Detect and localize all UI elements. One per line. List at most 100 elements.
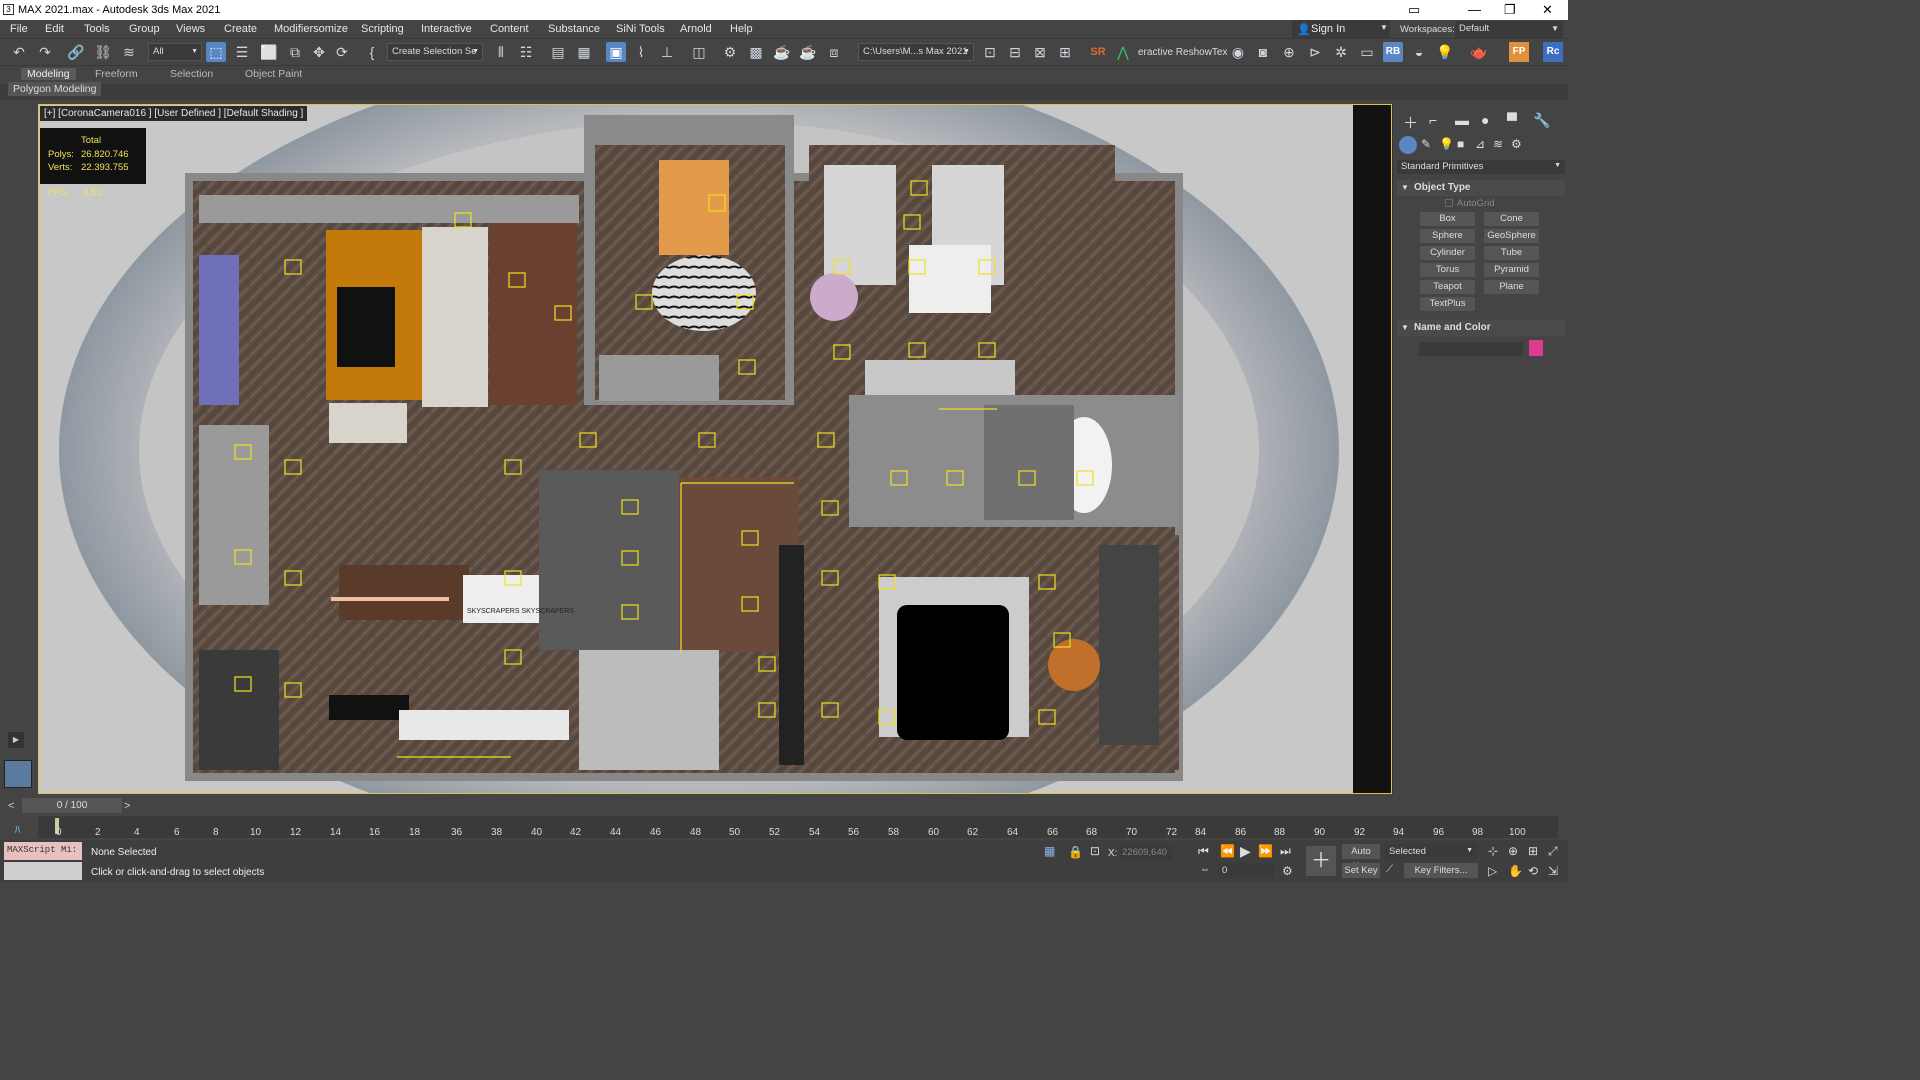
- current-frame-field[interactable]: 0: [1218, 863, 1274, 878]
- perspective-viewport[interactable]: SKYSCRAPERS SKYSCRAPERS: [38, 104, 1392, 794]
- absolute-mode-icon[interactable]: ⊡: [1090, 844, 1100, 858]
- helpers-icon[interactable]: ⊿: [1475, 137, 1485, 151]
- scene-converter-icon[interactable]: ✲: [1331, 42, 1351, 62]
- name-color-rollout-header[interactable]: ▼ Name and Color: [1397, 320, 1565, 336]
- select-object-icon[interactable]: ⬚: [206, 42, 226, 62]
- geometry-icon[interactable]: [1399, 136, 1417, 154]
- cone-button[interactable]: Cone: [1484, 212, 1539, 226]
- rb-button[interactable]: RB: [1383, 42, 1403, 62]
- cameras-icon[interactable]: ■: [1457, 137, 1464, 151]
- bind-spacewarp-icon[interactable]: ≋: [119, 42, 139, 62]
- tab-modeling[interactable]: Modeling: [21, 68, 76, 80]
- primitive-type-dropdown[interactable]: Standard Primitives ▼: [1397, 160, 1565, 174]
- menu-tools[interactable]: Tools: [84, 23, 110, 35]
- restore-window-icon[interactable]: ▭: [1408, 2, 1420, 18]
- selection-filter-dropdown[interactable]: All ▼: [148, 43, 202, 61]
- time-slider-next-icon[interactable]: >: [124, 800, 130, 812]
- previous-frame-icon[interactable]: ⏪: [1220, 844, 1235, 858]
- autogrid-checkbox[interactable]: [1445, 199, 1453, 207]
- rect-selection-icon[interactable]: ⬜: [259, 42, 279, 62]
- tube-button[interactable]: Tube: [1484, 246, 1539, 260]
- batch-render-icon[interactable]: ⊳: [1305, 42, 1325, 62]
- menu-substance[interactable]: Substance: [548, 23, 600, 35]
- tab-object-paint[interactable]: Object Paint: [245, 68, 302, 80]
- link-icon[interactable]: 🔗: [66, 42, 86, 62]
- viewport-layout-icon[interactable]: [4, 760, 32, 788]
- display-tab-icon[interactable]: ▀: [1507, 112, 1517, 128]
- orbit-icon[interactable]: ◒: [1409, 42, 1429, 62]
- teapot-button[interactable]: Teapot: [1420, 280, 1475, 294]
- close-button[interactable]: ✕: [1542, 2, 1553, 18]
- material-editor-icon[interactable]: ◫: [689, 42, 709, 62]
- zoom-extents-icon[interactable]: ⊹: [1488, 844, 1498, 858]
- select-move-icon[interactable]: ✥: [309, 42, 329, 62]
- auto-key-button[interactable]: Auto Key: [1342, 844, 1380, 872]
- time-slider-prev-icon[interactable]: <: [8, 800, 14, 812]
- rendered-frame-window-icon[interactable]: ▩: [746, 42, 766, 62]
- zoom-all-icon[interactable]: ⊞: [1528, 844, 1538, 858]
- maxscript-listener[interactable]: MAXScript Mi:: [4, 842, 82, 860]
- schematic-view-icon[interactable]: ⊥: [657, 42, 677, 62]
- toggle-ribbon-icon[interactable]: ▦: [574, 42, 594, 62]
- viewport-frame-icon[interactable]: ▭: [1357, 42, 1377, 62]
- object-type-rollout-header[interactable]: ▼ Object Type: [1397, 180, 1565, 196]
- reshow-texture-label[interactable]: eractive ReshowTex: [1138, 47, 1227, 58]
- safe-frame-icon[interactable]: ⊕: [1279, 42, 1299, 62]
- expand-arrow-icon[interactable]: ▶: [8, 732, 24, 748]
- shapes-icon[interactable]: ✎: [1421, 137, 1431, 151]
- go-to-start-icon[interactable]: ⏮: [1198, 844, 1209, 859]
- spacewarps-icon[interactable]: ≋: [1493, 137, 1503, 151]
- textplus-button[interactable]: TextPlus: [1420, 297, 1475, 311]
- project-folder-dropdown[interactable]: C:\Users\M...s Max 2021 ▼: [858, 43, 974, 61]
- curve-editor-icon[interactable]: ⌇: [631, 42, 651, 62]
- x-coordinate-field[interactable]: 22609,640: [1120, 845, 1172, 860]
- torus-button[interactable]: Torus: [1420, 263, 1475, 277]
- layer-explorer-icon[interactable]: ▤: [548, 42, 568, 62]
- render-production-icon[interactable]: ☕: [772, 42, 792, 62]
- reshow-icon[interactable]: ⋀: [1113, 42, 1133, 62]
- geosphere-button[interactable]: GeoSphere: [1484, 229, 1539, 243]
- teapot-render-icon[interactable]: 🫖: [1469, 42, 1489, 62]
- time-slider[interactable]: 0 / 100: [22, 798, 122, 813]
- render-active-shade-icon[interactable]: ⧈: [824, 42, 844, 62]
- menu-create[interactable]: Create: [224, 23, 257, 35]
- menu-scripting[interactable]: Scripting: [361, 23, 404, 35]
- maxscript-output[interactable]: [4, 862, 82, 880]
- align-icon[interactable]: ☷: [516, 42, 536, 62]
- corona-converter-icon[interactable]: ⊠: [1030, 42, 1050, 62]
- play-icon[interactable]: ▶: [1240, 843, 1251, 860]
- set-keys-icon[interactable]: ＋: [1306, 846, 1336, 876]
- polygon-modeling-panel[interactable]: Polygon Modeling: [8, 82, 102, 96]
- redo-icon[interactable]: ↷: [35, 42, 55, 62]
- unlink-icon[interactable]: ⛓: [93, 42, 113, 62]
- walk-through-icon[interactable]: ⇲: [1548, 864, 1558, 878]
- trackbar[interactable]: [38, 816, 1558, 838]
- systems-icon[interactable]: ⚙: [1511, 137, 1522, 151]
- workspace-dropdown[interactable]: Default ▼: [1455, 21, 1563, 38]
- render-iterative-icon[interactable]: ☕: [798, 42, 818, 62]
- plane-button[interactable]: Plane: [1484, 280, 1539, 294]
- rc-button[interactable]: Rc: [1543, 42, 1563, 62]
- zoom-icon[interactable]: ⊕: [1508, 844, 1518, 858]
- menu-edit[interactable]: Edit: [45, 23, 64, 35]
- minimize-button[interactable]: —: [1468, 2, 1481, 17]
- object-name-input[interactable]: [1419, 342, 1523, 356]
- lights-icon[interactable]: 💡: [1439, 137, 1454, 151]
- maximize-viewport-icon[interactable]: ⤢: [1548, 844, 1558, 859]
- maximize-button[interactable]: ❐: [1504, 2, 1516, 18]
- select-by-name-icon[interactable]: ☰: [232, 42, 252, 62]
- viewport-label[interactable]: [+] [CoronaCamera016 ] [User Defined ] […: [40, 106, 308, 121]
- sign-in-dropdown[interactable]: 👤 Sign In ▼: [1292, 20, 1390, 39]
- pyramid-button[interactable]: Pyramid: [1484, 263, 1539, 277]
- fp-button[interactable]: FP: [1509, 42, 1529, 62]
- select-rotate-icon[interactable]: ⟳: [332, 42, 352, 62]
- fov-icon[interactable]: ▷: [1488, 864, 1497, 878]
- menu-views[interactable]: Views: [176, 23, 205, 35]
- object-color-swatch[interactable]: [1529, 340, 1543, 356]
- set-key-button[interactable]: Set Key: [1342, 863, 1380, 878]
- menu-arnold[interactable]: Arnold: [680, 23, 712, 35]
- curve-editor-mini-icon[interactable]: ﾊ: [15, 821, 20, 836]
- box-button[interactable]: Box: [1420, 212, 1475, 226]
- menu-modifiers[interactable]: Modifiersomize: [274, 23, 348, 35]
- corona-vfb-icon[interactable]: ⊟: [1005, 42, 1025, 62]
